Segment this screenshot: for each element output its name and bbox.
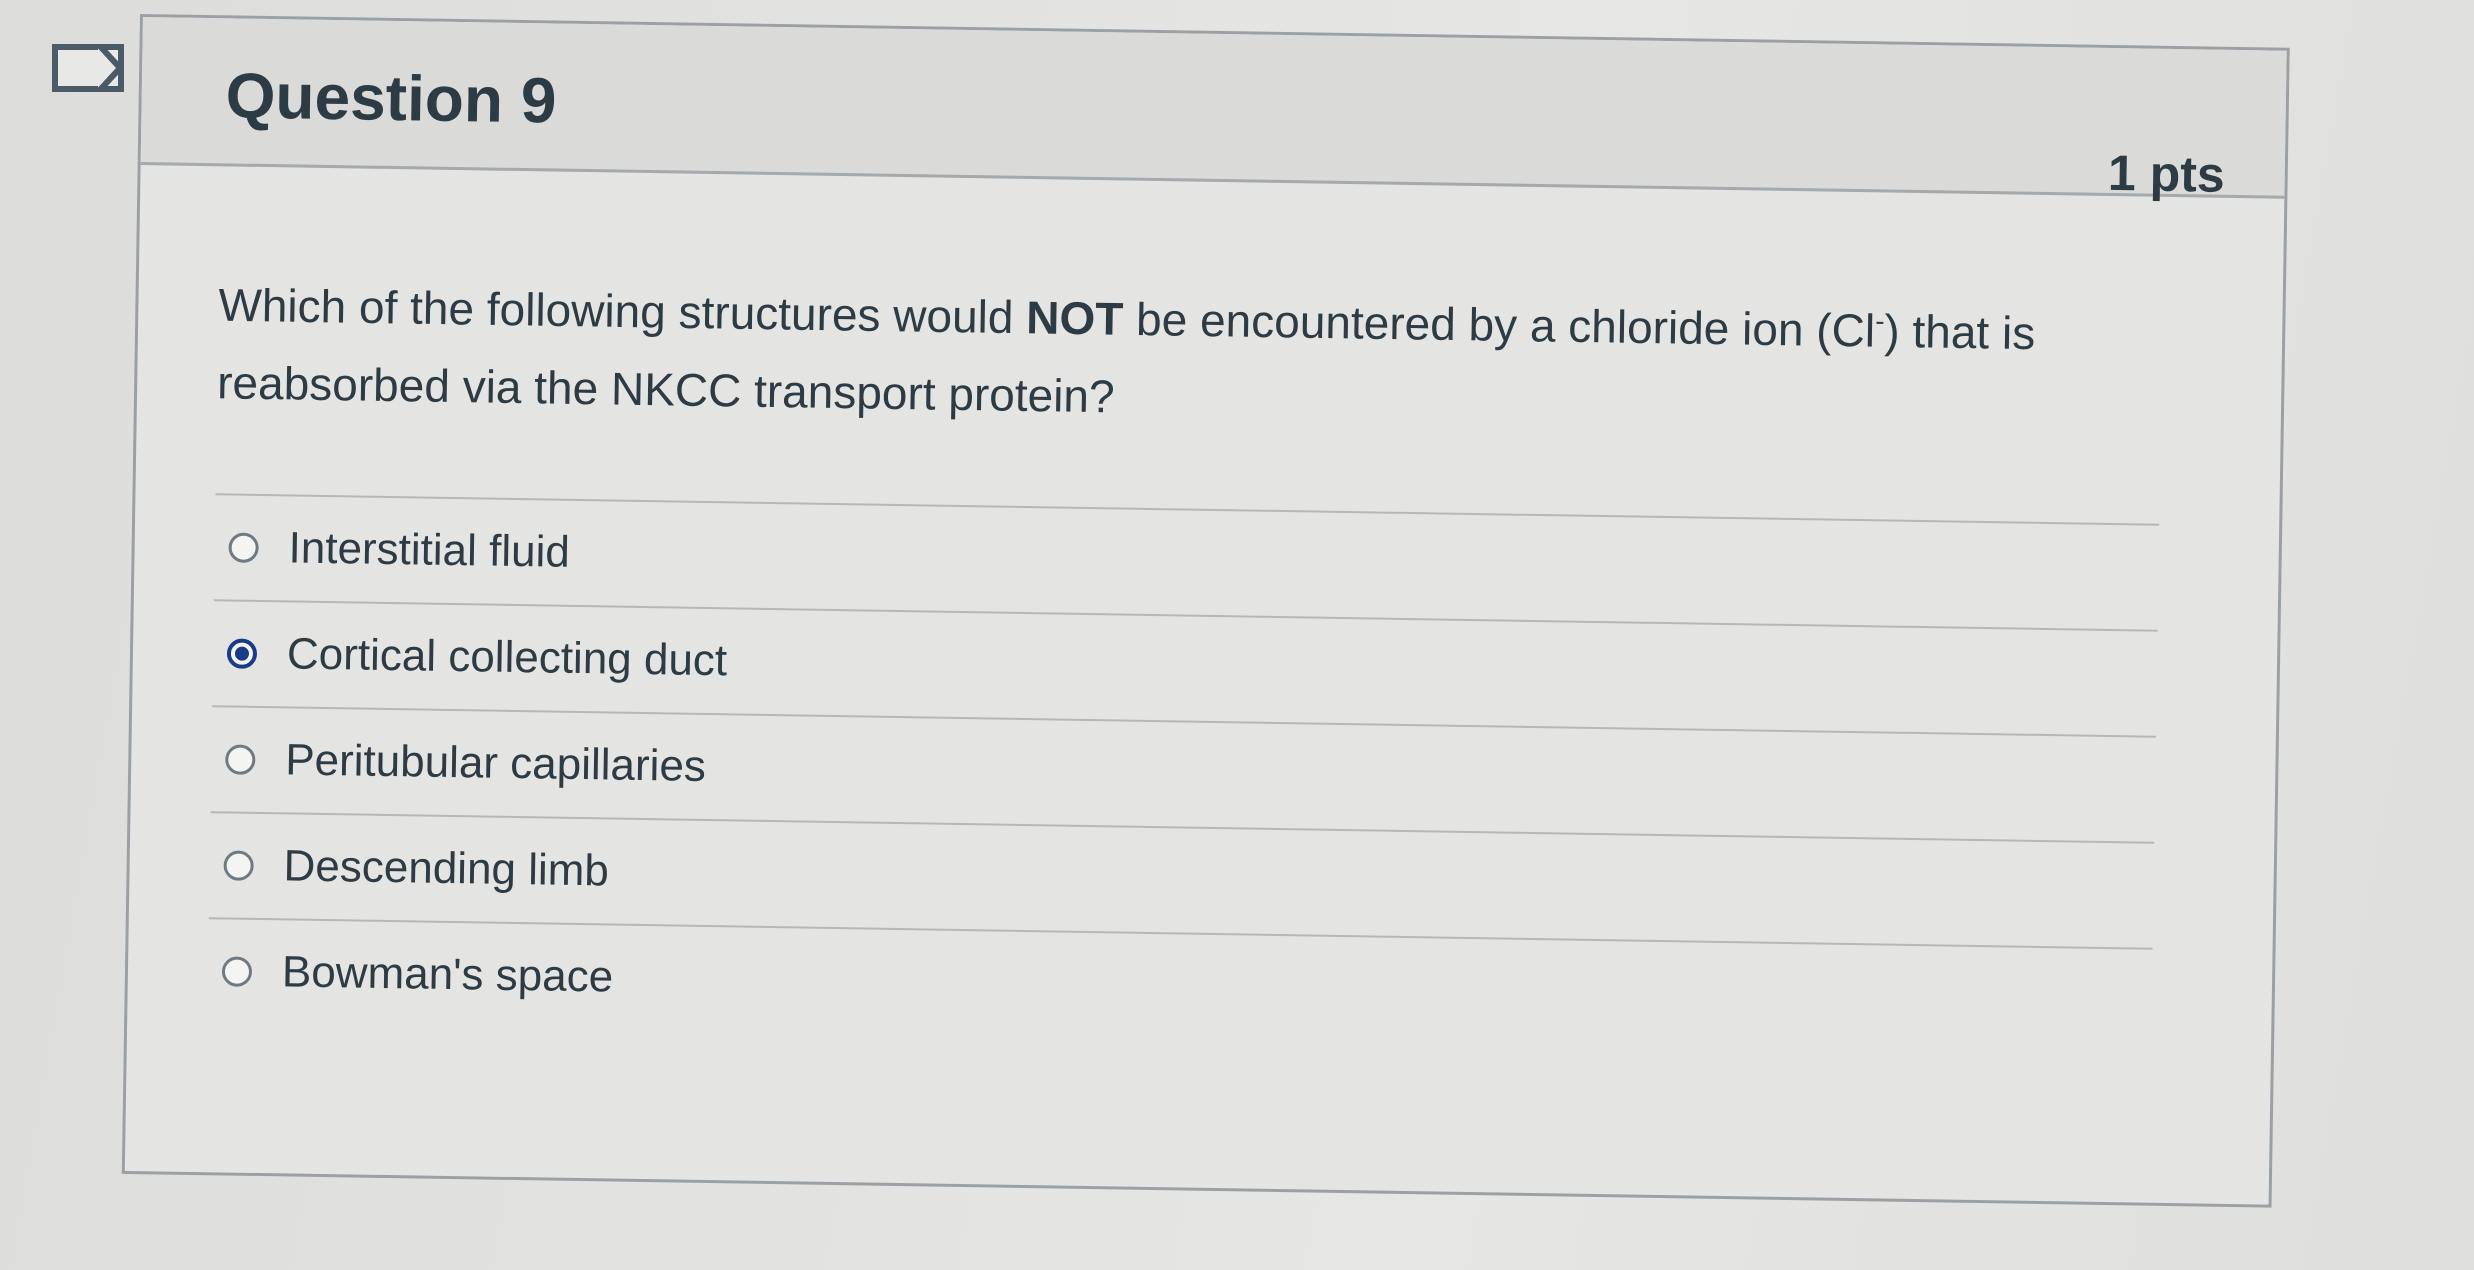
question-text: Which of the following structures would … [217,256,2179,452]
answer-label[interactable]: Bowman's space [282,948,614,1003]
answer-label[interactable]: Cortical collecting duct [287,630,728,687]
question-points: 1 pts [2107,144,2226,203]
question-text-part1: Which of the following structures would [218,278,1027,344]
radio-button[interactable] [223,850,254,882]
question-text-emphasis: NOT [1025,291,1124,345]
radio-button[interactable] [225,744,256,776]
question-text-part2: be encountered by a chloride ion (Cl [1122,292,1876,357]
question-body: Which of the following structures would … [127,165,2284,1056]
question-card: Question 9 1 pts Which of the following … [121,14,2290,1208]
question-title: Question 9 [225,59,557,137]
radio-button-selected[interactable] [226,638,258,670]
flag-question-icon[interactable] [52,44,124,92]
answer-label[interactable]: Peritubular capillaries [285,736,706,793]
radio-button[interactable] [228,532,259,564]
answer-list: Interstitial fluid Cortical collecting d… [207,493,2160,1055]
answer-label[interactable]: Descending limb [283,842,609,897]
answer-label[interactable]: Interstitial fluid [288,524,570,578]
radio-button[interactable] [221,956,253,988]
